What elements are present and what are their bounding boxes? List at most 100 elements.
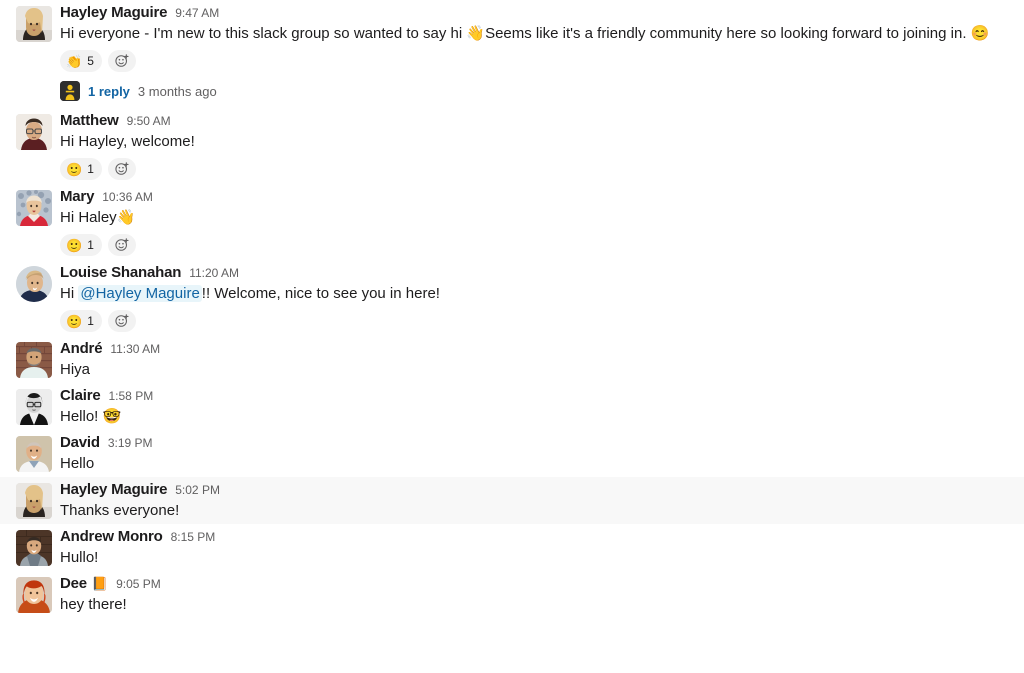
message-text: Hi Haley👋 [60, 207, 1008, 229]
avatar[interactable] [16, 436, 52, 472]
message-body: David 3:19 PM Hello [60, 434, 1008, 475]
reaction-count: 1 [87, 162, 94, 176]
inline-emoji: 👋 [466, 25, 486, 42]
message-row[interactable]: David 3:19 PM Hello [0, 430, 1024, 477]
message-text-content: Hello! [60, 408, 103, 425]
message-author[interactable]: Mary [60, 188, 94, 206]
message-text-content: Hullo! [60, 549, 99, 566]
user-mention[interactable]: @Hayley Maguire [78, 285, 202, 302]
avatar[interactable] [16, 114, 52, 150]
add-reaction-icon[interactable] [107, 234, 136, 256]
message-body: Claire 1:58 PM Hello! 🤓 [60, 387, 1008, 428]
message-timestamp[interactable]: 5:02 PM [175, 481, 220, 499]
message-text: hey there! [60, 594, 1008, 616]
message-text: Hi everyone - I'm new to this slack grou… [60, 23, 1008, 45]
message-header: Dee 📙 9:05 PM [60, 575, 1008, 593]
message-list[interactable]: Hayley Maguire 9:47 AM Hi everyone - I'm n… [0, 0, 1024, 673]
reaction-count: 1 [87, 314, 94, 328]
message-text-lead: Hi everyone - I'm new to this slack grou… [60, 25, 467, 42]
avatar[interactable] [16, 530, 52, 566]
thread-last-reply-time: 3 months ago [137, 83, 217, 99]
message-timestamp[interactable]: 11:30 AM [110, 340, 160, 358]
message-header: Matthew 9:50 AM [60, 112, 1008, 130]
message-text-lead: Hi [60, 285, 79, 302]
message-body: André 11:30 AM Hiya [60, 340, 1008, 381]
message-author[interactable]: Hayley Maguire [60, 4, 167, 22]
message-body: Hayley Maguire 9:47 AM Hi everyone - I'm n… [60, 4, 1008, 106]
add-reaction-icon[interactable] [107, 310, 136, 332]
message-header: Louise Shanahan 11:20 AM [60, 264, 1008, 282]
reaction-count: 5 [87, 54, 94, 68]
user-status-emoji[interactable]: 📙 [92, 577, 108, 590]
message-text: Hiya [60, 359, 1008, 381]
message-author[interactable]: Matthew [60, 112, 119, 130]
reaction-bar: 🙂 1 [60, 234, 1008, 256]
message-author[interactable]: Hayley Maguire [60, 481, 167, 499]
thread-reply-count-link[interactable]: 1 reply [88, 84, 130, 99]
message-text: Hello! 🤓 [60, 406, 1008, 428]
reaction-pill[interactable]: 🙂 1 [60, 310, 102, 332]
message-text-content: Hi Hayley, welcome! [60, 133, 195, 150]
message-header: Hayley Maguire 9:47 AM [60, 4, 1008, 22]
message-timestamp[interactable]: 3:19 PM [108, 434, 153, 452]
add-reaction-icon[interactable] [107, 158, 136, 180]
message-text: Hullo! [60, 547, 1008, 569]
message-row[interactable]: Hayley Maguire 5:02 PM Thanks everyone! [0, 477, 1024, 524]
avatar[interactable] [16, 6, 52, 42]
reaction-bar: 🙂 1 [60, 158, 1008, 180]
message-row[interactable]: Hayley Maguire 9:47 AM Hi everyone - I'm n… [0, 0, 1024, 108]
message-author[interactable]: Dee [60, 575, 87, 593]
message-row[interactable]: Louise Shanahan 11:20 AM Hi @Hayley Maguir… [0, 260, 1024, 336]
message-timestamp[interactable]: 8:15 PM [171, 528, 216, 546]
message-text: Hi Hayley, welcome! [60, 131, 1008, 153]
add-reaction-icon[interactable] [107, 50, 136, 72]
trailing-emoji: 👋 [116, 209, 136, 226]
avatar[interactable] [16, 190, 52, 226]
message-header: André 11:30 AM [60, 340, 1008, 358]
message-author[interactable]: Louise Shanahan [60, 264, 181, 282]
reaction-bar: 🙂 1 [60, 310, 1008, 332]
message-body: Louise Shanahan 11:20 AM Hi @Hayley Maguir… [60, 264, 1008, 334]
avatar[interactable] [16, 266, 52, 302]
message-timestamp[interactable]: 10:36 AM [102, 188, 153, 206]
avatar[interactable] [16, 342, 52, 378]
message-timestamp[interactable]: 9:47 AM [175, 4, 219, 22]
message-row[interactable]: Dee 📙 9:05 PM hey there! [0, 571, 1024, 618]
message-row[interactable]: Andrew Monro 8:15 PM Hullo! [0, 524, 1024, 571]
message-body: Hayley Maguire 5:02 PM Thanks everyone! [60, 481, 1008, 522]
avatar[interactable] [16, 577, 52, 613]
message-author[interactable]: Claire [60, 387, 101, 405]
reaction-emoji: 🙂 [66, 313, 83, 329]
message-body: Matthew 9:50 AM Hi Hayley, welcome! 🙂 1 [60, 112, 1008, 182]
reaction-pill[interactable]: 🙂 1 [60, 234, 102, 256]
reaction-bar: 👏 5 [60, 50, 1008, 72]
reaction-emoji: 🙂 [66, 237, 83, 253]
avatar[interactable] [16, 483, 52, 519]
message-body: Mary 10:36 AM Hi Haley👋 🙂 1 [60, 188, 1008, 258]
message-text-content: Hi Haley [60, 209, 117, 226]
message-timestamp[interactable]: 9:50 AM [127, 112, 171, 130]
message-timestamp[interactable]: 9:05 PM [116, 575, 161, 593]
message-text-content: Thanks everyone! [60, 502, 180, 519]
reaction-count: 1 [87, 238, 94, 252]
reaction-pill[interactable]: 🙂 1 [60, 158, 102, 180]
message-author[interactable]: Andrew Monro [60, 528, 163, 546]
message-row[interactable]: Mary 10:36 AM Hi Haley👋 🙂 1 [0, 184, 1024, 260]
message-timestamp[interactable]: 11:20 AM [189, 264, 239, 282]
message-row[interactable]: André 11:30 AM Hiya [0, 336, 1024, 383]
thread-summary[interactable]: 1 reply 3 months ago [60, 79, 1008, 103]
message-row[interactable]: Claire 1:58 PM Hello! 🤓 [0, 383, 1024, 430]
message-author[interactable]: André [60, 340, 103, 358]
avatar[interactable] [16, 389, 52, 425]
message-text: Hi @Hayley Maguire!! Welcome, nice to se… [60, 283, 1008, 305]
thread-participant-avatar[interactable] [60, 81, 80, 101]
reaction-pill[interactable]: 👏 5 [60, 50, 102, 72]
message-header: David 3:19 PM [60, 434, 1008, 452]
message-timestamp[interactable]: 1:58 PM [109, 387, 154, 405]
message-text-content: hey there! [60, 596, 127, 613]
message-author[interactable]: David [60, 434, 100, 452]
message-body: Dee 📙 9:05 PM hey there! [60, 575, 1008, 616]
message-row[interactable]: Matthew 9:50 AM Hi Hayley, welcome! 🙂 1 [0, 108, 1024, 184]
message-text: Thanks everyone! [60, 500, 1008, 522]
trailing-emoji: 😊 [970, 25, 990, 42]
